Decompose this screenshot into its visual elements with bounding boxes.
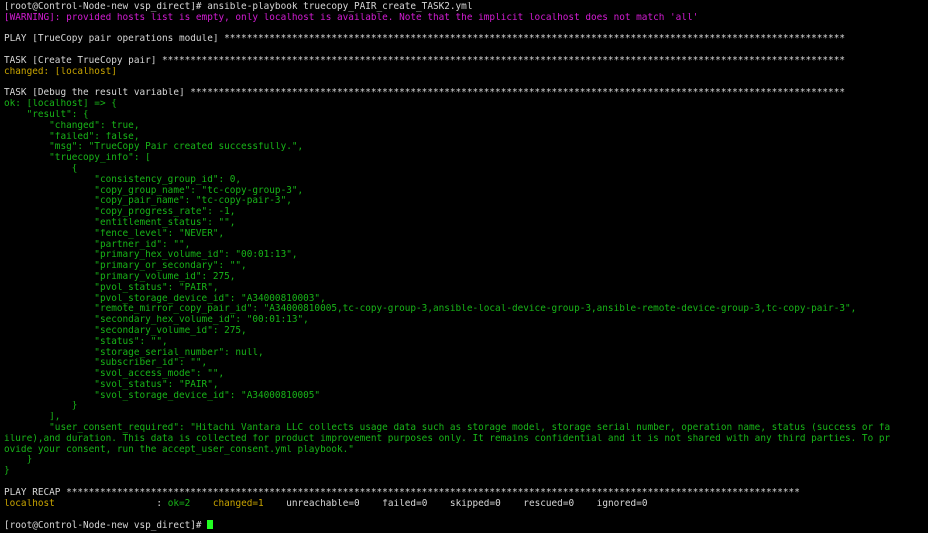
terminal-text: ovide your consent, run the accept_user_… bbox=[4, 444, 354, 455]
terminal-line: [root@Control-Node-new vsp_direct]# bbox=[4, 520, 928, 531]
terminal-line: "user_consent_required": "Hitachi Vantar… bbox=[4, 423, 928, 434]
terminal-text: "primary_volume_id": 275, bbox=[4, 271, 236, 282]
terminal-text: "secondary_volume_id": 275, bbox=[4, 325, 247, 336]
terminal-line: "primary_hex_volume_id": "00:01:13", bbox=[4, 250, 928, 261]
terminal-line: "svol_status": "PAIR", bbox=[4, 380, 928, 391]
terminal-text: "entitlement_status": "", bbox=[4, 217, 236, 228]
text-cursor bbox=[207, 520, 214, 530]
terminal-text: "copy_pair_name": "tc-copy-pair-3", bbox=[4, 196, 292, 207]
terminal-line: "pvol_storage_device_id": "A34000810003"… bbox=[4, 294, 928, 305]
terminal-line: "remote_mirror_copy_pair_id": "A34000810… bbox=[4, 304, 928, 315]
terminal-text: [WARNING]: provided hosts list is empty,… bbox=[4, 12, 699, 23]
terminal-text: ], bbox=[4, 412, 61, 423]
terminal-line: "copy_group_name": "tc-copy-group-3", bbox=[4, 186, 928, 197]
terminal-line: TASK [Debug the result variable] *******… bbox=[4, 88, 928, 99]
terminal-window[interactable]: [root@Control-Node-new vsp_direct]# ansi… bbox=[0, 0, 928, 533]
terminal-line: "copy_pair_name": "tc-copy-pair-3", bbox=[4, 196, 928, 207]
terminal-text: "partner_id": "", bbox=[4, 239, 191, 250]
terminal-text: "failed": false, bbox=[4, 131, 140, 142]
terminal-text: "fence_level": "NEVER", bbox=[4, 228, 225, 239]
terminal-line: changed: [localhost] bbox=[4, 67, 928, 78]
terminal-line: "failed": false, bbox=[4, 132, 928, 143]
terminal-line: "partner_id": "", bbox=[4, 240, 928, 251]
terminal-line: "truecopy_info": [ bbox=[4, 153, 928, 164]
terminal-line: "consistency_group_id": 0, bbox=[4, 175, 928, 186]
terminal-text: "remote_mirror_copy_pair_id": "A34000810… bbox=[4, 304, 857, 315]
terminal-line: "subscriber_id": "", bbox=[4, 358, 928, 369]
terminal-text: PLAY RECAP *****************************… bbox=[4, 487, 800, 498]
terminal-text: "svol_access_mode": "", bbox=[4, 369, 225, 380]
terminal-text: "changed": true, bbox=[4, 120, 140, 131]
terminal-text: "storage_serial_number": null, bbox=[4, 347, 264, 358]
terminal-text: ok=2 bbox=[167, 498, 208, 509]
terminal-text: } bbox=[4, 401, 78, 412]
terminal-text: localhost bbox=[4, 498, 157, 509]
terminal-line: ovide your consent, run the accept_user_… bbox=[4, 445, 928, 456]
terminal-text: TASK [Debug the result variable] *******… bbox=[4, 88, 845, 99]
terminal-line: "secondary_hex_volume_id": "00:01:13", bbox=[4, 315, 928, 326]
terminal-text: "svol_status": "PAIR", bbox=[4, 379, 219, 390]
terminal-line: "storage_serial_number": null, bbox=[4, 348, 928, 359]
terminal-line: localhost : ok=2 changed=1 unreachable=0… bbox=[4, 499, 928, 510]
terminal-line: "svol_access_mode": "", bbox=[4, 369, 928, 380]
terminal-text: TASK [Create TrueCopy pair] ************… bbox=[4, 55, 845, 66]
terminal-line: } bbox=[4, 455, 928, 466]
terminal-line: { bbox=[4, 164, 928, 175]
terminal-line: } bbox=[4, 401, 928, 412]
terminal-line: "svol_storage_device_id": "A34000810005" bbox=[4, 391, 928, 402]
terminal-line: ], bbox=[4, 412, 928, 423]
terminal-text: "user_consent_required": "Hitachi Vantar… bbox=[4, 423, 891, 434]
terminal-text: } bbox=[4, 466, 10, 477]
terminal-line: PLAY [TrueCopy pair operations module] *… bbox=[4, 34, 928, 45]
terminal-text: "subscriber_id": "", bbox=[4, 358, 208, 369]
terminal-line: ilure),and duration. This data is collec… bbox=[4, 434, 928, 445]
terminal-text: "svol_storage_device_id": "A34000810005" bbox=[4, 390, 321, 401]
terminal-line: ok: [localhost] => { bbox=[4, 99, 928, 110]
terminal-text: ok: [localhost] => { bbox=[4, 99, 117, 110]
terminal-line: PLAY RECAP *****************************… bbox=[4, 488, 928, 499]
terminal-text: [root@Control-Node-new vsp_direct]# ansi… bbox=[4, 2, 473, 12]
terminal-line: [root@Control-Node-new vsp_direct]# ansi… bbox=[4, 2, 928, 13]
terminal-line: } bbox=[4, 466, 928, 477]
terminal-line: "msg": "TrueCopy Pair created successful… bbox=[4, 142, 928, 153]
terminal-text: { bbox=[4, 163, 78, 174]
terminal-line: "primary_volume_id": 275, bbox=[4, 272, 928, 283]
terminal-text: "consistency_group_id": 0, bbox=[4, 174, 242, 185]
terminal-text: "result": { bbox=[4, 109, 89, 120]
terminal-text: [root@Control-Node-new vsp_direct]# bbox=[4, 520, 208, 532]
terminal-line: TASK [Create TrueCopy pair] ************… bbox=[4, 56, 928, 67]
terminal-text: "copy_progress_rate": -1, bbox=[4, 207, 236, 218]
terminal-text: "copy_group_name": "tc-copy-group-3", bbox=[4, 185, 304, 196]
terminal-line: "primary_or_secondary": "", bbox=[4, 261, 928, 272]
terminal-line: "fence_level": "NEVER", bbox=[4, 229, 928, 240]
terminal-text: "truecopy_info": [ bbox=[4, 153, 151, 164]
terminal-text: "status": "", bbox=[4, 336, 168, 347]
terminal-text: unreachable=0 failed=0 skipped=0 rescued… bbox=[263, 498, 648, 509]
terminal-text: PLAY [TrueCopy pair operations module] *… bbox=[4, 34, 845, 45]
terminal-text: } bbox=[4, 455, 33, 466]
terminal-line: "secondary_volume_id": 275, bbox=[4, 326, 928, 337]
terminal-line: "result": { bbox=[4, 110, 928, 121]
terminal-line: "entitlement_status": "", bbox=[4, 218, 928, 229]
terminal-text: "pvol_storage_device_id": "A34000810003"… bbox=[4, 293, 326, 304]
terminal-line: "changed": true, bbox=[4, 121, 928, 132]
terminal-text: changed: [localhost] bbox=[4, 66, 117, 77]
terminal-text: "secondary_hex_volume_id": "00:01:13", bbox=[4, 315, 309, 326]
terminal-text: "pvol_status": "PAIR", bbox=[4, 282, 219, 293]
terminal-text: "primary_or_secondary": "", bbox=[4, 261, 247, 272]
terminal-text: : bbox=[156, 498, 168, 509]
terminal-line: "status": "", bbox=[4, 337, 928, 348]
terminal-line: [WARNING]: provided hosts list is empty,… bbox=[4, 13, 928, 24]
terminal-text: "primary_hex_volume_id": "00:01:13", bbox=[4, 250, 298, 261]
terminal-text: changed=1 bbox=[207, 498, 264, 509]
terminal-text: "msg": "TrueCopy Pair created successful… bbox=[4, 142, 304, 153]
terminal-line: "pvol_status": "PAIR", bbox=[4, 283, 928, 294]
terminal-text: ilure),and duration. This data is collec… bbox=[4, 433, 891, 444]
terminal-line: "copy_progress_rate": -1, bbox=[4, 207, 928, 218]
